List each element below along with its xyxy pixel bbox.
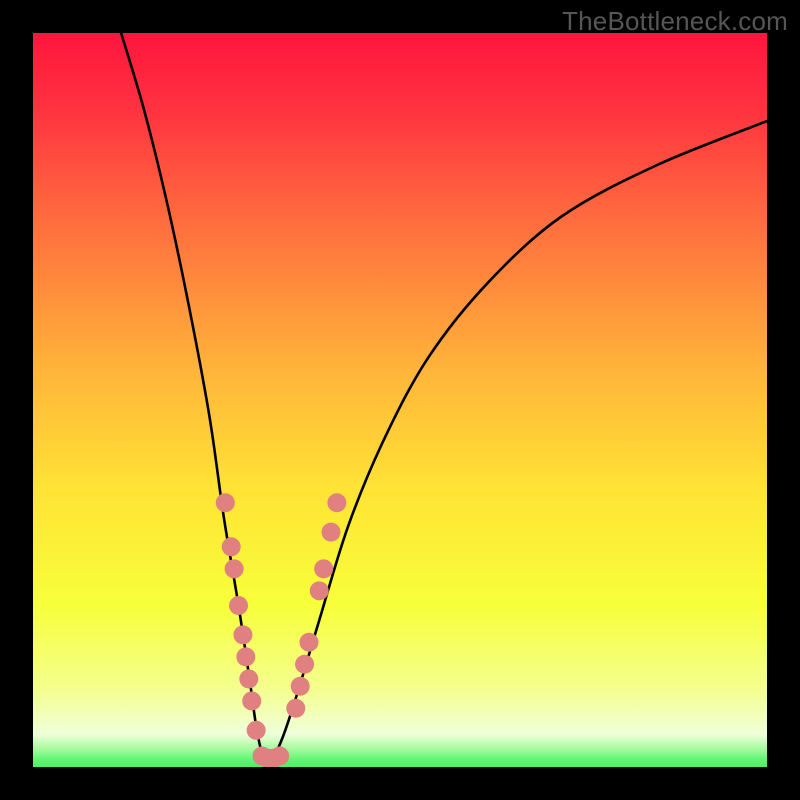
marker-point bbox=[236, 647, 255, 666]
marker-point bbox=[299, 633, 318, 652]
marker-point bbox=[270, 746, 289, 765]
marker-point bbox=[242, 691, 261, 710]
marker-point bbox=[216, 493, 235, 512]
marker-point bbox=[310, 581, 329, 600]
marker-point bbox=[286, 699, 305, 718]
highlighted-points bbox=[216, 493, 347, 767]
curve-layer bbox=[33, 33, 767, 767]
marker-point bbox=[233, 625, 252, 644]
bottleneck-curve bbox=[121, 33, 767, 763]
watermark-text: TheBottleneck.com bbox=[562, 6, 788, 37]
marker-point bbox=[322, 523, 341, 542]
marker-point bbox=[222, 537, 241, 556]
marker-point bbox=[225, 559, 244, 578]
marker-point bbox=[239, 669, 258, 688]
marker-point bbox=[295, 655, 314, 674]
marker-point bbox=[291, 677, 310, 696]
chart-container: TheBottleneck.com bbox=[0, 0, 800, 800]
marker-point bbox=[229, 596, 248, 615]
marker-point bbox=[327, 493, 346, 512]
marker-point bbox=[247, 721, 266, 740]
plot-area bbox=[33, 33, 767, 767]
marker-point bbox=[314, 559, 333, 578]
